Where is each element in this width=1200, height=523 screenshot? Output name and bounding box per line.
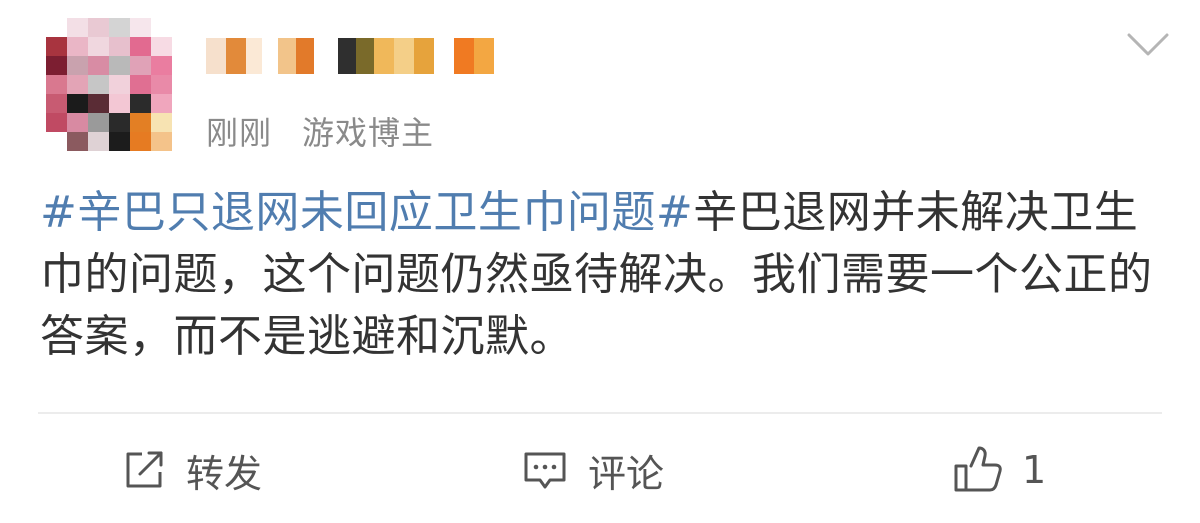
avatar-mosaic-cell bbox=[67, 75, 88, 94]
username-mosaic-block bbox=[226, 38, 246, 74]
avatar-mosaic-cell bbox=[67, 37, 88, 56]
avatar-mosaic-cell bbox=[67, 94, 88, 113]
avatar-mosaic-cell bbox=[67, 56, 88, 75]
username-mosaic-block bbox=[356, 38, 374, 74]
username-mosaic-block bbox=[338, 38, 356, 74]
avatar-mosaic-cell bbox=[151, 132, 172, 151]
avatar-mosaic-cell bbox=[130, 113, 151, 132]
avatar-mosaic-cell bbox=[67, 132, 88, 151]
username-mosaic-block bbox=[394, 38, 414, 74]
avatar-mosaic-cell bbox=[151, 56, 172, 75]
avatar[interactable] bbox=[46, 18, 172, 151]
avatar-mosaic-cell bbox=[130, 132, 151, 151]
avatar-mosaic-cell bbox=[109, 132, 130, 151]
username-mosaic-block bbox=[474, 38, 494, 74]
avatar-mosaic-cell bbox=[46, 75, 67, 94]
avatar-mosaic-cell bbox=[109, 94, 130, 113]
avatar-mosaic-cell bbox=[88, 56, 109, 75]
avatar-mosaic-cell bbox=[151, 113, 172, 132]
avatar-mosaic-cell bbox=[130, 37, 151, 56]
username-mosaic-block bbox=[278, 38, 296, 74]
avatar-mosaic-cell bbox=[88, 18, 109, 37]
post-time: 刚刚 bbox=[206, 114, 273, 152]
avatar-mosaic-cell bbox=[46, 18, 67, 37]
comment-icon bbox=[524, 452, 566, 489]
comment-button[interactable]: 评论 bbox=[520, 440, 664, 500]
avatar-mosaic-cell bbox=[130, 94, 151, 113]
chevron-down-icon[interactable] bbox=[1126, 30, 1170, 60]
repost-button[interactable]: 转发 bbox=[120, 440, 262, 500]
like-button[interactable]: 1 bbox=[952, 440, 1046, 500]
avatar-mosaic-cell bbox=[151, 75, 172, 94]
author-tag: 游戏博主 bbox=[302, 114, 435, 152]
avatar-mosaic-cell bbox=[88, 94, 109, 113]
avatar-mosaic-cell bbox=[130, 18, 151, 37]
avatar-mosaic-cell bbox=[46, 113, 67, 132]
comment-label: 评论 bbox=[588, 451, 665, 496]
avatar-mosaic-cell bbox=[130, 75, 151, 94]
avatar-mosaic-cell bbox=[151, 37, 172, 56]
username-pixelated[interactable] bbox=[206, 36, 506, 76]
post-content: #辛巴只退网未回应卫生巾问题#辛巴退网并未解决卫生巾的问题，这个问题仍然亟待解决… bbox=[40, 182, 1160, 368]
avatar-mosaic-cell bbox=[130, 56, 151, 75]
like-count: 1 bbox=[1022, 448, 1047, 492]
topic-link[interactable]: #辛巴只退网未回应卫生巾问题# bbox=[40, 187, 693, 238]
avatar-mosaic-cell bbox=[67, 113, 88, 132]
post-meta: 刚刚 游戏博主 bbox=[206, 108, 434, 154]
divider bbox=[38, 412, 1162, 414]
repost-label: 转发 bbox=[186, 451, 263, 496]
avatar-mosaic-cell bbox=[88, 75, 109, 94]
username-mosaic-block bbox=[246, 38, 262, 74]
thumbs-up-icon bbox=[954, 446, 1002, 492]
avatar-mosaic-cell bbox=[109, 18, 130, 37]
repost-icon bbox=[126, 451, 163, 488]
username-mosaic-block bbox=[314, 38, 338, 74]
avatar-mosaic-cell bbox=[67, 18, 88, 37]
username-mosaic-block bbox=[414, 38, 434, 74]
avatar-mosaic-cell bbox=[109, 75, 130, 94]
avatar-mosaic-cell bbox=[46, 94, 67, 113]
username-mosaic-block bbox=[262, 38, 278, 74]
username-mosaic-block bbox=[374, 38, 394, 74]
avatar-mosaic-cell bbox=[109, 37, 130, 56]
avatar-mosaic-cell bbox=[88, 132, 109, 151]
avatar-mosaic-cell bbox=[88, 37, 109, 56]
avatar-mosaic-cell bbox=[46, 56, 67, 75]
username-mosaic-block bbox=[454, 38, 474, 74]
avatar-mosaic-cell bbox=[109, 56, 130, 75]
avatar-mosaic-cell bbox=[46, 132, 67, 151]
username-mosaic-block bbox=[434, 38, 454, 74]
avatar-mosaic-cell bbox=[109, 113, 130, 132]
avatar-mosaic-cell bbox=[88, 113, 109, 132]
username-mosaic-block bbox=[296, 38, 314, 74]
avatar-mosaic-cell bbox=[151, 94, 172, 113]
avatar-mosaic-cell bbox=[151, 18, 172, 37]
avatar-mosaic-cell bbox=[46, 37, 67, 56]
username-mosaic-block bbox=[206, 38, 226, 74]
